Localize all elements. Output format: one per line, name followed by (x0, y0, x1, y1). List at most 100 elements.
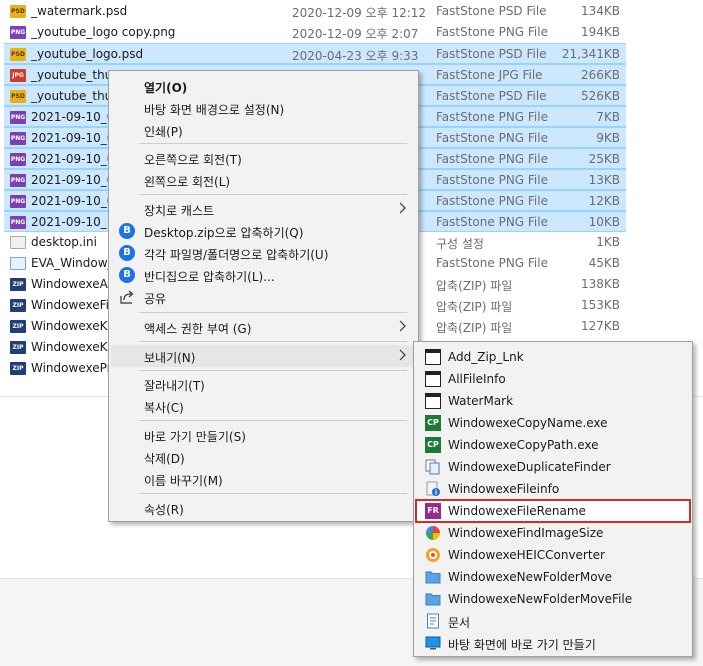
png-file-icon: PNG (10, 174, 26, 187)
menu-item-properties[interactable]: 속성(R) (111, 497, 416, 519)
file-size: 25KB (588, 152, 620, 166)
file-type: FastStone JPG File (436, 68, 543, 82)
menu-item-label: 삭제(D) (144, 452, 185, 466)
file-row[interactable]: PSD _watermark.psd 2020-12-09 오후 12:12 Fast… (4, 1, 626, 22)
chevron-right-icon (399, 349, 406, 361)
menu-separator (139, 194, 407, 195)
file-type: FastStone PNG File (436, 215, 548, 229)
menu-item-label: 왼쪽으로 회전(L) (144, 175, 231, 189)
send-to-item-watermark[interactable]: WaterMark (416, 390, 690, 412)
send-to-item-filerename[interactable]: FR WindowexeFileRename (415, 499, 691, 523)
menu-item-bandizip[interactable]: B 반디집으로 압축하기(L)... (111, 264, 416, 286)
send-to-item-desktop-shortcut[interactable]: 바탕 화면에 바로 가기 만들기 (416, 632, 690, 654)
converter-icon (426, 548, 440, 562)
file-row[interactable]: PNG _youtube_logo copy.png 2020-12-09 오후 2… (4, 22, 626, 43)
send-to-item-label: WindowexeDuplicateFinder (448, 460, 611, 474)
zip-file-icon: ZIP (10, 341, 26, 354)
jpg-file-icon: JPG (10, 69, 26, 82)
send-to-item-documents[interactable]: 문서 (416, 610, 690, 632)
file-size: 12KB (588, 194, 620, 208)
send-to-item-duplicatefinder[interactable]: WindowexeDuplicateFinder (416, 456, 690, 478)
chevron-right-icon (399, 320, 406, 332)
psd-file-icon: PSD (10, 90, 26, 103)
send-to-item-newfoldermovefile[interactable]: WindowexeNewFolderMoveFile (416, 588, 690, 610)
menu-item-label: 장치로 캐스트 (144, 204, 215, 218)
menu-item-zip-each[interactable]: B 각각 파일명/폴더명으로 압축하기(U) (111, 242, 416, 264)
menu-item-create-shortcut[interactable]: 바로 가기 만들기(S) (111, 424, 416, 446)
file-type: FastStone PNG File (436, 25, 548, 39)
menu-item-label: 액세스 권한 부여 (G) (144, 322, 252, 336)
png-file-icon: PNG (10, 111, 26, 124)
send-to-item-findimagesize[interactable]: WindowexeFindImageSize (416, 522, 690, 544)
menu-item-label: 반디집으로 압축하기(L)... (144, 270, 275, 284)
file-size: 134KB (580, 4, 620, 18)
menu-separator (139, 312, 407, 313)
png-file-icon: PNG (10, 216, 26, 229)
menu-item-send-to[interactable]: 보내기(N) (111, 345, 416, 367)
file-size: 45KB (588, 256, 620, 270)
pinwheel-icon (426, 526, 440, 540)
menu-item-label: 이름 바꾸기(M) (144, 474, 223, 488)
file-size: 1KB (596, 235, 620, 249)
menu-separator (139, 341, 407, 342)
window-icon (425, 371, 441, 387)
file-type: FastStone PSD File (436, 47, 547, 61)
send-to-item-label: WindowexeFileinfo (448, 482, 560, 496)
context-menu: 열기(O) 바탕 화면 배경으로 설정(N) 인쇄(P) 오른쪽으로 회전(T)… (108, 70, 419, 522)
menu-item-copy[interactable]: 복사(C) (111, 395, 416, 417)
png-file-icon: PNG (10, 153, 26, 166)
file-type: FastStone PNG File (436, 152, 548, 166)
file-name: _watermark.psd (31, 4, 128, 18)
zip-file-icon: ZIP (10, 278, 26, 291)
send-to-item-fileinfo[interactable]: WindowexeFileinfo (416, 478, 690, 500)
send-to-item-newfoldermove[interactable]: WindowexeNewFolderMove (416, 566, 690, 588)
window-icon (425, 349, 441, 365)
send-to-item-copypath[interactable]: CP WindowexeCopyPath.exe (416, 434, 690, 456)
file-type: FastStone PNG File (436, 173, 548, 187)
menu-item-cast[interactable]: 장치로 캐스트 (111, 198, 416, 220)
send-to-item-copyname[interactable]: CP WindowexeCopyName.exe (416, 412, 690, 434)
menu-item-zip-desktop[interactable]: B Desktop.zip으로 압축하기(Q) (111, 220, 416, 242)
menu-item-label: 공유 (144, 292, 167, 306)
menu-item-label: 각각 파일명/폴더명으로 압축하기(U) (144, 248, 329, 262)
menu-item-rotate-right[interactable]: 오른쪽으로 회전(T) (111, 147, 416, 169)
menu-item-give-access[interactable]: 액세스 권한 부여 (G) (111, 316, 416, 338)
send-to-item-heicconverter[interactable]: WindowexeHEICConverter (416, 544, 690, 566)
bandizip-icon: B (119, 223, 135, 239)
send-to-item-label: WindowexeFileRename (448, 504, 586, 518)
zip-file-icon: ZIP (10, 320, 26, 333)
menu-item-delete[interactable]: 삭제(D) (111, 446, 416, 468)
send-to-item-add-zip-lnk[interactable]: Add_Zip_Lnk (416, 346, 690, 368)
menu-item-print[interactable]: 인쇄(P) (111, 119, 416, 141)
menu-item-rotate-left[interactable]: 왼쪽으로 회전(L) (111, 169, 416, 191)
menu-item-label: 바로 가기 만들기(S) (144, 430, 246, 444)
send-to-item-allfileinfo[interactable]: AllFileInfo (416, 368, 690, 390)
file-size: 138KB (580, 277, 620, 291)
file-row[interactable]: PSD _youtube_logo.psd 2020-04-23 오후 9:33 Fa… (4, 43, 626, 64)
file-type: FastStone PSD File (436, 89, 547, 103)
menu-item-label: 오른쪽으로 회전(T) (144, 153, 242, 167)
file-size: 13KB (588, 173, 620, 187)
menu-item-open[interactable]: 열기(O) (111, 75, 416, 97)
menu-item-cut[interactable]: 잘라내기(T) (111, 373, 416, 395)
copy-path-app-icon: CP (425, 437, 441, 453)
file-type: FastStone PNG File (436, 194, 548, 208)
menu-item-share[interactable]: 공유 (111, 286, 416, 308)
png-file-icon: PNG (10, 195, 26, 208)
send-to-item-label: WindowexeHEICConverter (448, 548, 605, 562)
file-info-icon (426, 481, 440, 496)
menu-item-label: 열기(O) (144, 81, 188, 95)
png-file-icon: PNG (10, 132, 26, 145)
file-date: 2020-12-09 오후 12:12 (292, 6, 427, 20)
send-to-item-label: WaterMark (448, 394, 514, 408)
menu-item-rename[interactable]: 이름 바꾸기(M) (111, 468, 416, 490)
file-type: FastStone PNG File (436, 110, 548, 124)
duplicate-files-icon (425, 459, 440, 475)
menu-item-set-wallpaper[interactable]: 바탕 화면 배경으로 설정(N) (111, 97, 416, 119)
file-type: 압축(ZIP) 파일 (436, 279, 513, 293)
file-date: 2020-04-23 오후 9:33 (292, 49, 419, 63)
bandizip-icon: B (119, 267, 135, 283)
send-to-submenu: Add_Zip_Lnk AllFileInfo WaterMark CP Win… (413, 341, 693, 657)
file-size: 7KB (596, 110, 620, 124)
chevron-right-icon (399, 202, 406, 214)
